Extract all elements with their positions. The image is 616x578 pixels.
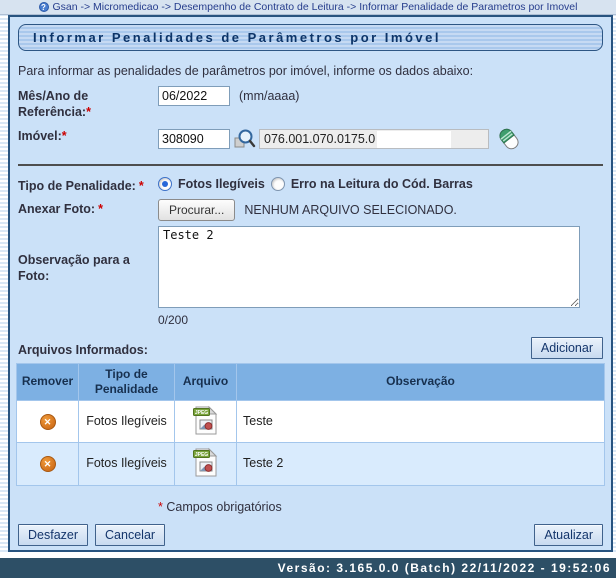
page-title: Informar Penalidades de Parâmetros por I…	[33, 30, 441, 45]
anexar-foto-label: Anexar Foto: *	[18, 201, 103, 216]
file-observacao-cell: Teste 2	[236, 442, 605, 486]
table-row: ✕ Fotos Ilegíveis JPEG Teste	[16, 399, 605, 444]
file-tipo-cell: Fotos Ilegíveis	[78, 399, 175, 444]
col-header-arquivo: Arquivo	[174, 362, 237, 401]
update-button[interactable]: Atualizar	[534, 524, 603, 546]
eraser-icon[interactable]	[497, 126, 521, 152]
radio-fotos-ilegiveis[interactable]	[158, 176, 172, 191]
version-text: Versão: 3.165.0.0 (Batch) 22/11/2022 - 1…	[277, 561, 611, 575]
form-instructions: Para informar as penalidades de parâmetr…	[18, 64, 474, 78]
mes-ano-format-hint: (mm/aaaa)	[239, 89, 300, 103]
required-asterisk: *	[138, 178, 144, 193]
file-tipo-cell: Fotos Ilegíveis	[78, 442, 175, 486]
col-header-tipo: Tipo de Penalidade	[78, 362, 175, 401]
svg-text:JPEG: JPEG	[195, 452, 208, 458]
required-asterisk: *	[61, 128, 67, 143]
jpeg-file-icon[interactable]: JPEG	[192, 448, 219, 480]
svg-text:JPEG: JPEG	[195, 410, 208, 416]
undo-button[interactable]: Desfazer	[18, 524, 89, 546]
tipo-penalidade-label: Tipo de Penalidade: *	[18, 178, 144, 193]
required-asterisk: *	[86, 105, 91, 120]
main-panel: Informar Penalidades de Parâmetros por I…	[8, 15, 613, 552]
files-section-header: Arquivos Informados: Adicionar	[18, 336, 603, 359]
observacao-label: Observação para a Foto:	[18, 252, 130, 283]
radio-fotos-ilegiveis-label: Fotos Ilegíveis	[178, 176, 265, 191]
section-divider	[18, 163, 603, 166]
table-row: ✕ Fotos Ilegíveis JPEG Teste 2	[16, 442, 605, 486]
cancel-button[interactable]: Cancelar	[95, 524, 166, 546]
observacao-counter-row: 0/200	[18, 313, 603, 327]
required-fields-note: * Campos obrigatórios	[158, 500, 282, 514]
mes-ano-row: Mês/Ano de Referência:* (mm/aaaa)	[18, 86, 603, 121]
mes-ano-label: Mês/Ano de Referência:*	[18, 89, 91, 120]
required-asterisk: *	[98, 201, 103, 216]
tipo-penalidade-row: Tipo de Penalidade: * Fotos Ilegíveis Err…	[18, 176, 603, 194]
remove-file-icon[interactable]: ✕	[39, 413, 56, 430]
search-icon[interactable]	[234, 128, 256, 150]
files-table: Remover Tipo de Penalidade Arquivo Obser…	[16, 362, 605, 486]
files-table-header-row: Remover Tipo de Penalidade Arquivo Obser…	[16, 362, 605, 401]
anexar-foto-row: Anexar Foto: * Procurar... NENHUM ARQUIVO…	[18, 198, 603, 221]
breadcrumb: ? Gsan -> Micromedicao -> Desempenho de …	[0, 0, 616, 15]
imovel-matricula-field: 076.001.070.0175.0	[259, 128, 489, 149]
remove-file-icon[interactable]: ✕	[39, 456, 56, 473]
breadcrumb-trail[interactable]: Gsan -> Micromedicao -> Desempenho de Co…	[53, 1, 578, 13]
imovel-row: Imóvel:* 076.001.070.0175.0	[18, 126, 603, 152]
observacao-textarea[interactable]: Teste 2	[158, 225, 580, 308]
imovel-input[interactable]	[158, 128, 230, 149]
add-file-button[interactable]: Adicionar	[530, 336, 603, 359]
file-selected-status: NENHUM ARQUIVO SELECIONADO.	[244, 202, 457, 217]
observacao-row: Observação para a Foto: Teste 2	[18, 225, 603, 308]
col-header-observacao: Observação	[236, 362, 605, 401]
mes-ano-input[interactable]	[158, 86, 230, 106]
version-footer: Versão: 3.165.0.0 (Batch) 22/11/2022 - 1…	[0, 558, 616, 578]
imovel-label: Imóvel:*	[18, 128, 67, 143]
help-icon[interactable]: ?	[38, 2, 49, 12]
matricula-highlight	[377, 130, 451, 148]
title-bar: Informar Penalidades de Parâmetros por I…	[18, 24, 603, 51]
browse-file-button[interactable]: Procurar...	[158, 198, 236, 221]
file-observacao-cell: Teste	[236, 399, 605, 444]
radio-erro-leitura[interactable]	[270, 176, 285, 191]
files-section-label: Arquivos Informados:	[18, 342, 148, 357]
radio-erro-leitura-label: Erro na Leitura do Cód. Barras	[290, 176, 473, 191]
char-counter: 0/200	[158, 312, 189, 327]
col-header-remover: Remover	[16, 362, 79, 401]
jpeg-file-icon[interactable]: JPEG	[192, 405, 219, 438]
action-buttons: Desfazer Cancelar Atualizar	[18, 524, 603, 546]
imovel-matricula-value: 076.001.070.0175.0	[264, 131, 376, 146]
